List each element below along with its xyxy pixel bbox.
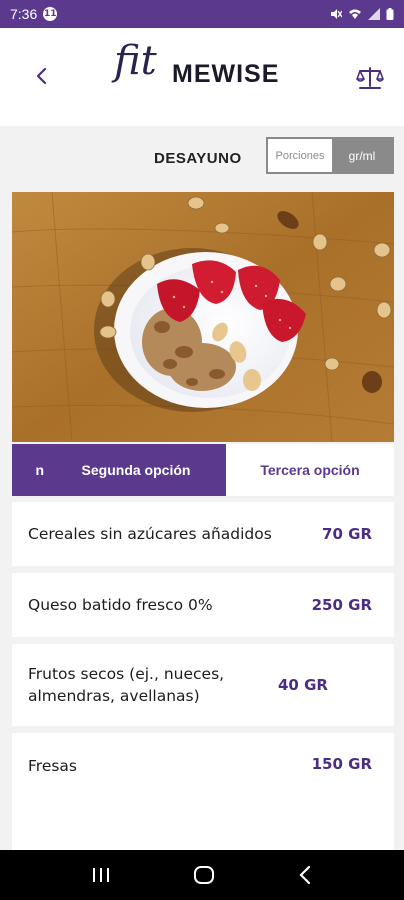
home-icon[interactable] bbox=[193, 864, 215, 886]
meal-title: DESAYUNO bbox=[154, 150, 242, 167]
unit-option-portions[interactable]: Porciones bbox=[268, 139, 332, 172]
tab-second-option[interactable]: Segunda opción bbox=[46, 444, 226, 496]
tab-third-option[interactable]: Tercera opción bbox=[226, 444, 394, 496]
unit-scale-button[interactable] bbox=[356, 66, 384, 90]
back-icon[interactable] bbox=[297, 865, 313, 885]
ingredient-qty: 250 GR bbox=[311, 596, 372, 614]
unit-option-grams[interactable]: gr/ml bbox=[332, 139, 392, 172]
signal-icon bbox=[368, 8, 380, 20]
app-header: fit MEWISE bbox=[0, 28, 404, 126]
ingredient-row: Cereales sin azúcares añadidos 70 GR bbox=[12, 502, 394, 566]
balance-scale-icon bbox=[356, 67, 384, 89]
app-logo: fit MEWISE bbox=[114, 38, 294, 108]
ingredient-qty: 40 GR bbox=[278, 676, 328, 694]
tab-first-option[interactable]: n bbox=[12, 444, 46, 496]
ingredient-name: Frutos secos (ej., nueces, almendras, av… bbox=[28, 665, 225, 705]
meal-photo bbox=[12, 192, 394, 442]
logo-wordmark: MEWISE bbox=[172, 60, 280, 88]
notification-badge: 11 bbox=[43, 7, 58, 21]
ingredient-row: Queso batido fresco 0% 250 GR bbox=[12, 573, 394, 637]
chevron-left-icon bbox=[36, 67, 47, 85]
battery-icon bbox=[386, 8, 394, 20]
back-button[interactable] bbox=[30, 64, 54, 88]
ingredient-row: Fresas 150 GR bbox=[12, 733, 394, 850]
status-time: 7:36 bbox=[10, 6, 38, 22]
logo-script: fit bbox=[114, 38, 157, 84]
status-icons bbox=[330, 8, 394, 20]
ingredient-qty: 150 GR bbox=[311, 755, 372, 773]
ingredient-qty: 70 GR bbox=[322, 525, 372, 543]
ingredient-row: Frutos secos (ej., nueces, almendras, av… bbox=[12, 644, 394, 726]
wifi-icon bbox=[349, 9, 361, 19]
meal-bar: DESAYUNO Porciones gr/ml bbox=[0, 126, 404, 190]
ingredient-name: Cereales sin azúcares añadidos bbox=[28, 525, 272, 543]
ingredient-name: Queso batido fresco 0% bbox=[28, 596, 213, 614]
mute-icon bbox=[331, 9, 342, 19]
recent-apps-icon[interactable] bbox=[91, 866, 111, 884]
ingredient-name: Fresas bbox=[28, 757, 78, 775]
option-tabs: n Segunda opción Tercera opción bbox=[12, 444, 394, 496]
system-nav-bar bbox=[0, 850, 404, 900]
unit-toggle: Porciones gr/ml bbox=[266, 137, 394, 174]
status-bar: 7:36 11 bbox=[0, 0, 404, 28]
